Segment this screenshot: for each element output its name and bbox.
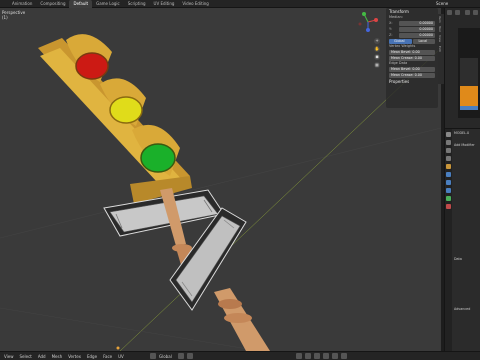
navigation-gizmo[interactable]	[356, 10, 380, 34]
shading-material-icon[interactable]	[331, 353, 338, 359]
outliner-toolbar	[447, 10, 478, 15]
menu-select[interactable]: Select	[20, 354, 32, 359]
tab-uv-editing[interactable]: UV Editing	[150, 0, 179, 8]
material-icon[interactable]	[446, 204, 451, 209]
menu-icon[interactable]	[0, 0, 8, 8]
red-lamp	[75, 52, 109, 80]
tab-game-logic[interactable]: Game Logic	[92, 0, 124, 8]
workspace-tabs: Animation Compositing Default Game Logic…	[0, 0, 213, 8]
properties-tabs	[445, 129, 452, 352]
frame-label: (1)	[2, 15, 8, 20]
render-icon[interactable]	[446, 140, 451, 145]
traffic-light[interactable]	[38, 34, 192, 204]
tab-item[interactable]: Item	[438, 14, 442, 24]
menu-mesh[interactable]: Mesh	[52, 354, 63, 359]
tab-view[interactable]: View	[438, 34, 442, 44]
tab-tool[interactable]: Tool	[438, 24, 442, 34]
grid-line	[0, 307, 261, 351]
shading-wire-icon[interactable]	[313, 353, 320, 359]
particles-icon[interactable]	[446, 180, 451, 185]
scene-icon[interactable]	[446, 156, 451, 161]
menu-edge[interactable]: Edge	[87, 354, 97, 359]
add-modifier-button[interactable]: Add Modifier	[454, 143, 475, 147]
edge-bevel-field[interactable]: Mean Bevel: 0.00	[389, 66, 435, 72]
data-section[interactable]: Data	[454, 257, 462, 261]
global-button[interactable]: Global	[389, 38, 412, 44]
tab-default[interactable]: Default	[69, 0, 93, 8]
viewport-header: View Select Add Mesh Vertex Edge Face UV…	[0, 351, 480, 360]
edge-bevel-row: Mean Bevel: 0.00	[386, 66, 438, 72]
header-tools: Global	[150, 353, 350, 359]
overlay-icon[interactable]	[295, 353, 302, 359]
camera-icon[interactable]: ◼	[374, 54, 380, 60]
output-icon[interactable]	[446, 148, 451, 153]
tool-icon[interactable]	[446, 132, 451, 137]
mean-bevel-field[interactable]: Mean Bevel: 0.00	[389, 49, 435, 55]
hand-icon[interactable]: ✋	[374, 46, 380, 52]
zoom-icon[interactable]: +	[374, 38, 380, 44]
menu-view[interactable]: View	[4, 354, 14, 359]
top-bar: Animation Compositing Default Game Logic…	[0, 0, 480, 8]
orientation-dropdown[interactable]: Global	[159, 354, 172, 359]
mean-crease-field[interactable]: Mean Crease: 0.00	[389, 55, 435, 61]
model-preview	[458, 28, 480, 118]
shading-solid-icon[interactable]	[322, 353, 329, 359]
pivot-icon[interactable]	[150, 353, 156, 359]
shading-render-icon[interactable]	[340, 353, 347, 359]
object-name[interactable]: MODEL.0	[454, 131, 469, 135]
edge-crease-field[interactable]: Mean Crease: 0.00	[389, 72, 435, 78]
properties-editor: MODEL.0 Add Modifier Data Advanced	[444, 128, 480, 352]
object-icon[interactable]	[446, 164, 451, 169]
tab-animation[interactable]: Animation	[8, 0, 36, 8]
physics-icon[interactable]	[446, 188, 451, 193]
data-icon[interactable]	[446, 196, 451, 201]
transform-header[interactable]: Transform	[386, 8, 438, 15]
tab-scripting[interactable]: Scripting	[124, 0, 150, 8]
y-field[interactable]: 0.00000	[399, 26, 435, 32]
tab-edit[interactable]: Edit	[438, 44, 442, 54]
menu-vertex[interactable]: Vertex	[68, 354, 81, 359]
proportional-icon[interactable]	[186, 353, 193, 359]
snap-icon[interactable]	[177, 353, 184, 359]
mean-bevel-row: Mean Bevel: 0.00	[386, 49, 438, 55]
menu-face[interactable]: Face	[103, 354, 112, 359]
xray-icon[interactable]	[304, 353, 311, 359]
origin-dot	[116, 346, 120, 350]
sidebar-n-panel: Transform Median: X: 0.00000 Y: 0.00000 …	[386, 8, 438, 108]
local-button[interactable]: Local	[412, 38, 435, 44]
tab-video-editing[interactable]: Video Editing	[178, 0, 212, 8]
green-lamp	[140, 143, 176, 173]
modifier-icon[interactable]	[446, 172, 451, 177]
tab-compositing[interactable]: Compositing	[36, 0, 69, 8]
grid-icon[interactable]: ▦	[374, 62, 380, 68]
menu-uv[interactable]: UV	[118, 354, 124, 359]
properties-header[interactable]: Properties	[386, 78, 438, 85]
viewport-info: Perspective (1)	[2, 10, 25, 20]
scene-name[interactable]: Scene	[436, 0, 448, 8]
yellow-lamp	[109, 96, 143, 124]
x-field[interactable]: 0.00000	[399, 20, 435, 26]
menu-add[interactable]: Add	[38, 354, 46, 359]
z-field[interactable]: 0.00000	[399, 32, 435, 38]
advanced-section[interactable]: Advanced	[454, 307, 470, 311]
